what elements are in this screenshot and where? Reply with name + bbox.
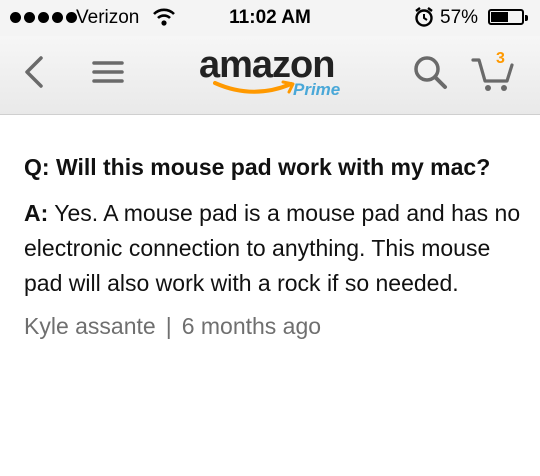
cart-button[interactable]: 3 (470, 50, 514, 94)
answer-author[interactable]: Kyle assante (24, 313, 156, 339)
menu-button[interactable] (86, 50, 130, 94)
amazon-prime-logo[interactable]: amazon Prime (199, 44, 349, 106)
answer: A: Yes. A mouse pad is a mouse pad and h… (24, 196, 524, 301)
question-text: Q: Will this mouse pad work with my mac? (24, 154, 491, 180)
app-header: amazon Prime 3 (0, 36, 540, 115)
amazon-smile-icon (213, 80, 295, 94)
logo-prime-text: Prime (293, 80, 341, 99)
search-button[interactable] (408, 50, 452, 94)
answer-meta: Kyle assante | 6 months ago (24, 311, 524, 341)
alarm-icon (415, 7, 433, 27)
cart-icon (471, 58, 514, 91)
qa-item: Q: Will this mouse pad work with my mac?… (24, 150, 524, 341)
battery-icon (488, 9, 528, 25)
answer-text: Yes. A mouse pad is a mouse pad and has … (24, 200, 521, 296)
meta-separator: | (165, 313, 172, 339)
answer-age: 6 months ago (181, 313, 322, 339)
status-bar: Verizon 11:02 AM 57% (0, 0, 540, 36)
answer-prefix: A: (24, 200, 49, 226)
search-icon (414, 56, 447, 89)
menu-icon (92, 61, 124, 83)
back-icon (25, 56, 43, 88)
cart-count-badge: 3 (496, 50, 505, 67)
back-button[interactable] (14, 50, 58, 94)
battery-percent: 57% (440, 7, 479, 28)
